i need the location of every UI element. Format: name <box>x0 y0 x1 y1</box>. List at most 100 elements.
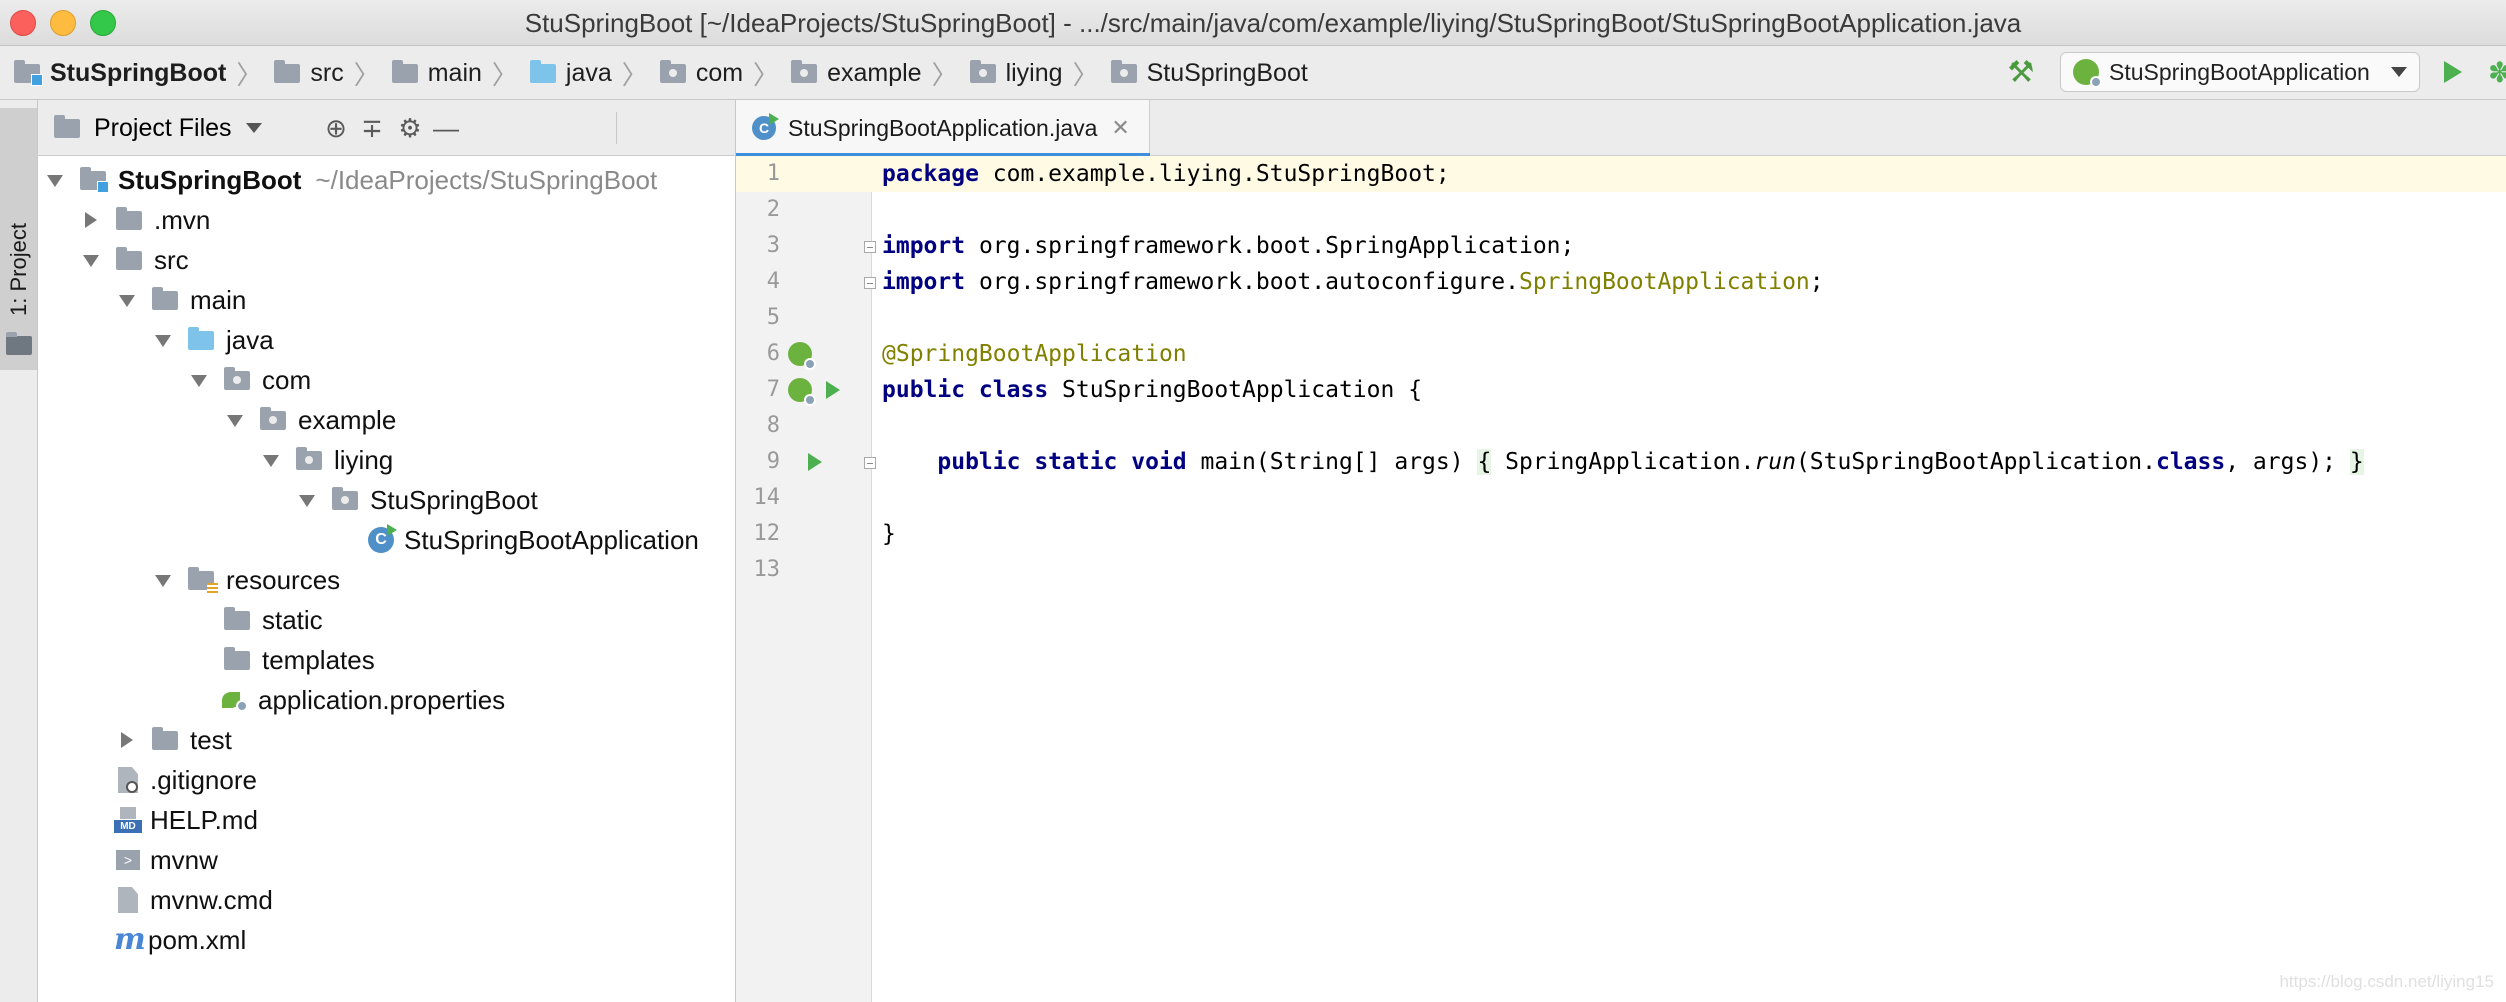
spring-class-icon: C <box>752 113 779 140</box>
tree-row-com[interactable]: com <box>188 360 311 400</box>
breadcrumb-item-main[interactable]: main <box>391 59 482 88</box>
collapse-arrow-icon[interactable] <box>116 729 138 751</box>
folder-icon <box>274 59 301 83</box>
tree-row-resources[interactable]: resources <box>152 560 340 600</box>
line-number: 2 <box>766 197 780 222</box>
tab-stuspringbootapplication-java[interactable]: C StuSpringBootApplication.java ✕ <box>736 100 1150 157</box>
close-icon[interactable]: ✕ <box>1111 115 1129 141</box>
expand-arrow-icon[interactable] <box>116 289 138 311</box>
hammer-icon[interactable]: ⚒ <box>2004 56 2038 90</box>
project-tool-window-tab[interactable]: 1: Project <box>0 108 37 370</box>
spring-bean-gutter-icon[interactable] <box>788 378 816 406</box>
breadcrumb-item-liying[interactable]: liying <box>969 59 1063 88</box>
project-panel: Project Files ⊕ ∓ ⚙ — StuSpringBoot ~/Id… <box>38 100 736 1002</box>
project-view-selector[interactable]: Project Files <box>54 100 262 156</box>
line-number: 5 <box>766 305 780 330</box>
collapse-arrow-icon[interactable] <box>80 209 102 231</box>
locate-icon[interactable]: ⊕ <box>322 114 350 142</box>
chevron-right-icon: 〉 <box>621 59 648 90</box>
window-title: StuSpringBoot [~/IdeaProjects/StuSpringB… <box>524 8 2022 38</box>
tree-row-src[interactable]: src <box>80 240 189 280</box>
expand-arrow-icon[interactable] <box>152 329 174 351</box>
resources-folder-icon <box>188 566 218 594</box>
folder-icon <box>152 726 178 750</box>
fold-marker-icon[interactable] <box>864 277 876 289</box>
tree-row-templates[interactable]: templates <box>224 640 375 680</box>
package-icon <box>659 59 686 83</box>
title-bar: StuSpringBoot [~/IdeaProjects/StuSpringB… <box>0 0 2506 46</box>
expand-arrow-icon[interactable] <box>80 249 102 271</box>
source-folder-icon <box>188 326 214 350</box>
spring-properties-icon <box>222 690 248 712</box>
debug-icon[interactable]: ✽ <box>2488 58 2506 88</box>
navigation-bar: StuSpringBoot 〉 src 〉 main 〉 java 〉 com … <box>0 46 2506 100</box>
hide-icon[interactable]: — <box>432 114 460 142</box>
tree-row-example[interactable]: example <box>224 400 396 440</box>
folder-icon <box>224 646 250 670</box>
tab-label: StuSpringBootApplication.java <box>788 114 1098 141</box>
module-folder-icon <box>14 59 43 86</box>
spring-bean-gutter-icon[interactable] <box>788 342 816 370</box>
tree-row-application-properties[interactable]: application.properties <box>222 680 505 720</box>
folder-icon <box>116 246 142 270</box>
expand-arrow-icon[interactable] <box>296 489 318 511</box>
breadcrumb-item-stuspringboot[interactable]: StuSpringBoot <box>1110 59 1308 88</box>
run-configuration-label: StuSpringBootApplication <box>2109 58 2370 85</box>
expand-arrow-icon[interactable] <box>44 169 66 191</box>
collapse-all-icon[interactable]: ∓ <box>358 114 386 142</box>
tree-row-java[interactable]: java <box>152 320 274 360</box>
tree-row-help-md[interactable]: HELP.md <box>114 800 258 840</box>
tree-row-main[interactable]: main <box>116 280 246 320</box>
tree-row-test[interactable]: test <box>116 720 232 760</box>
fold-marker-icon[interactable] <box>864 241 876 253</box>
expand-arrow-icon[interactable] <box>188 369 210 391</box>
package-icon <box>969 59 996 83</box>
chevron-right-icon: 〉 <box>236 59 263 90</box>
chevron-right-icon: 〉 <box>491 59 518 90</box>
chevron-right-icon: 〉 <box>753 59 780 90</box>
tree-row-mvn[interactable]: .mvn <box>80 200 210 240</box>
run-gutter-icon[interactable] <box>808 453 822 471</box>
tree-row-application-class[interactable]: C StuSpringBootApplication <box>368 520 699 560</box>
project-view-label: Project Files <box>94 113 232 142</box>
line-number: 8 <box>766 413 780 438</box>
tree-row-pom-xml[interactable]: m pom.xml <box>114 920 246 960</box>
fold-marker-icon[interactable] <box>864 457 876 469</box>
tool-window-strip: 1: Project <box>0 100 38 1002</box>
package-icon <box>791 59 818 83</box>
tree-row-static[interactable]: static <box>224 600 323 640</box>
gear-icon[interactable]: ⚙ <box>396 114 424 142</box>
tree-row-stuspringboot-package[interactable]: StuSpringBoot <box>296 480 538 520</box>
editor-tab-bar: C StuSpringBootApplication.java ✕ <box>736 100 2506 157</box>
tree-row-mvnw[interactable]: > mvnw <box>116 840 218 880</box>
package-icon <box>1110 59 1137 83</box>
run-configuration-select[interactable]: StuSpringBootApplication <box>2060 52 2420 92</box>
code-line-7: public class StuSpringBootApplication { <box>882 377 1423 403</box>
folder-icon <box>6 332 42 360</box>
gitignore-icon <box>118 767 138 793</box>
run-icon[interactable] <box>2444 61 2462 83</box>
breadcrumb-item-example[interactable]: example <box>791 59 922 88</box>
package-icon <box>260 406 286 430</box>
expand-arrow-icon[interactable] <box>260 449 282 471</box>
breadcrumb-item-java[interactable]: java <box>529 59 612 88</box>
spring-class-icon: C <box>368 524 397 553</box>
breadcrumb-item-com[interactable]: com <box>659 59 743 88</box>
expand-arrow-icon[interactable] <box>152 569 174 591</box>
expand-arrow-icon[interactable] <box>224 409 246 431</box>
package-icon <box>224 366 250 390</box>
chevron-down-icon <box>245 123 262 133</box>
module-folder-icon <box>80 166 109 193</box>
chevron-right-icon: 〉 <box>1072 59 1099 90</box>
tree-row-liying[interactable]: liying <box>260 440 393 480</box>
code-line-13: } <box>882 521 896 547</box>
breadcrumb: StuSpringBoot 〉 src 〉 main 〉 java 〉 com … <box>14 46 1308 100</box>
tree-row-project-root[interactable]: StuSpringBoot ~/IdeaProjects/StuSpringBo… <box>44 160 657 200</box>
code-line-1: package com.example.liying.StuSpringBoot… <box>882 161 1450 187</box>
breadcrumb-item-project[interactable]: StuSpringBoot <box>14 59 226 88</box>
run-gutter-icon[interactable] <box>826 381 840 399</box>
tree-row-mvnw-cmd[interactable]: mvnw.cmd <box>118 880 273 920</box>
tree-row-gitignore[interactable]: .gitignore <box>118 760 257 800</box>
line-number: 4 <box>766 269 780 294</box>
breadcrumb-item-src[interactable]: src <box>274 59 344 88</box>
